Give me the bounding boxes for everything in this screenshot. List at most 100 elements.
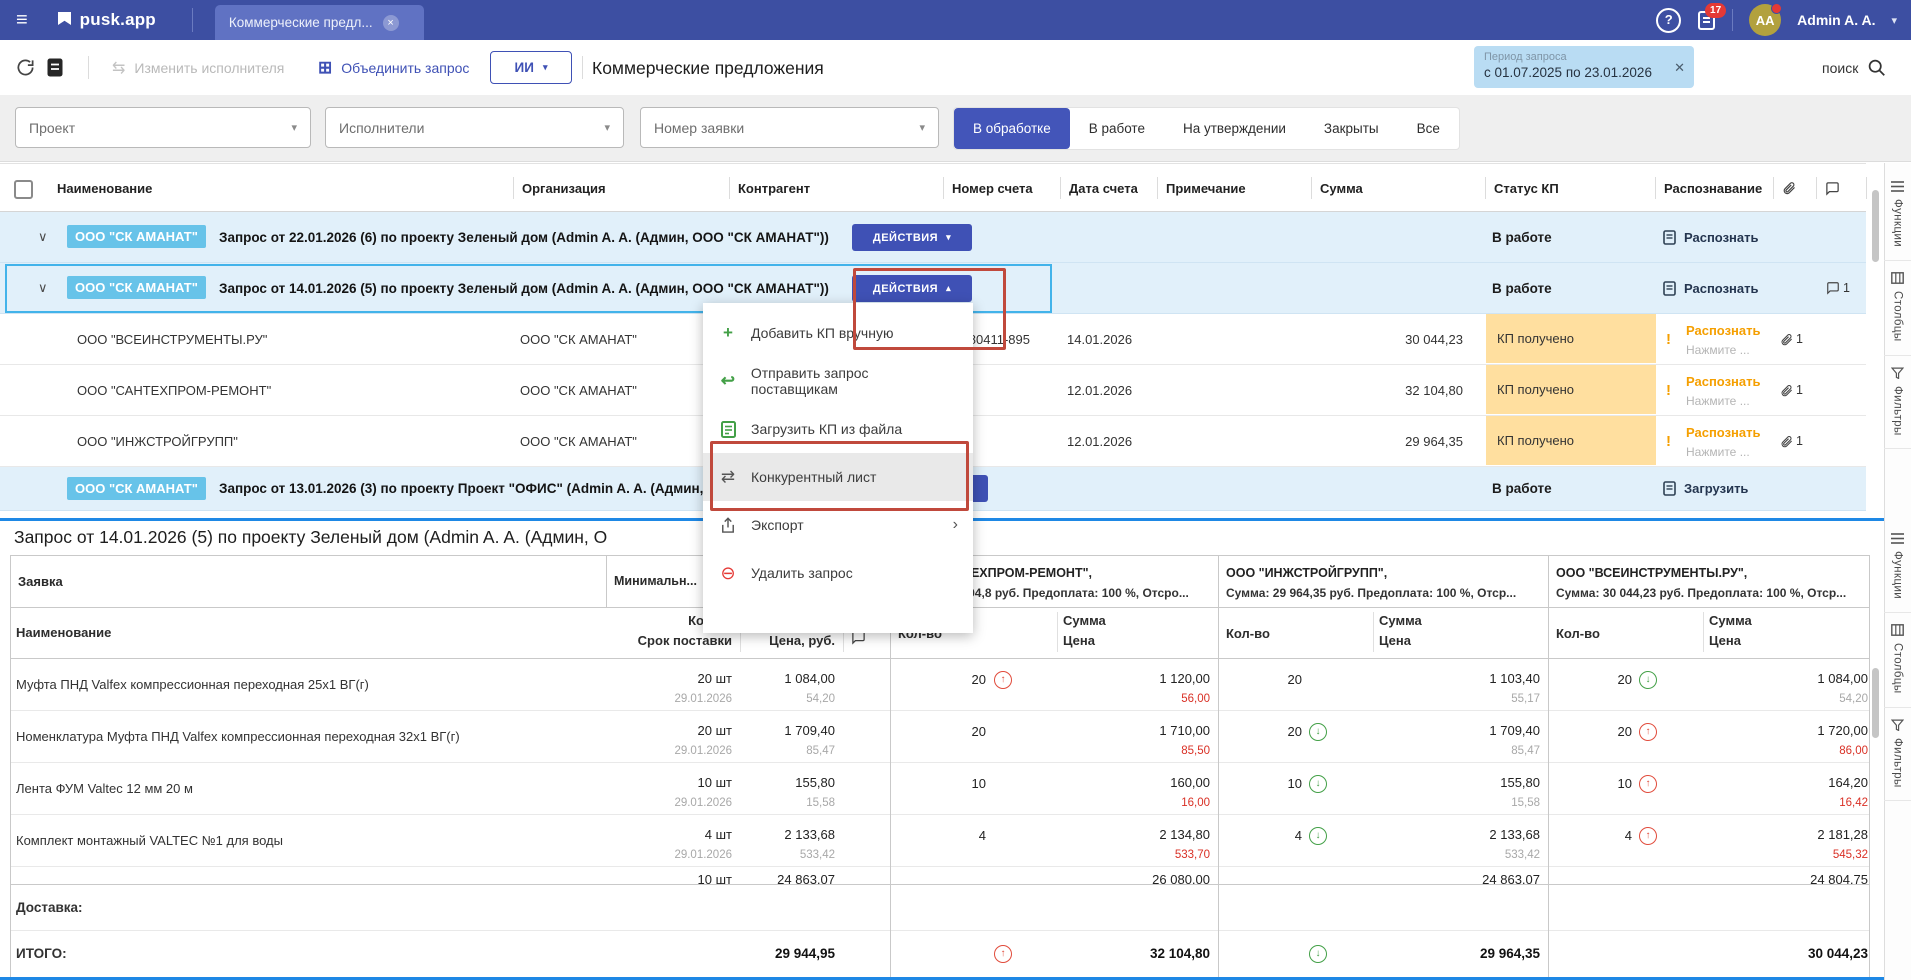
clear-period-icon[interactable]: ✕ (1674, 60, 1685, 76)
item-row[interactable]: Лента ФУМ Valtec 12 мм 20 м 10 шт 29.01.2… (0, 762, 1911, 814)
recognize-link[interactable]: Распознать (1686, 425, 1774, 440)
change-executor-button[interactable]: ⇆ Изменить исполнителя (112, 40, 284, 95)
recognize-link[interactable]: Распознать (1686, 374, 1774, 389)
item-sum: 1 084,00 (784, 671, 835, 686)
supplier-qty: 10 (971, 776, 986, 791)
side-tab-functions[interactable]: Функции (1884, 522, 1911, 614)
tab-closed[interactable]: Закрыты (1305, 108, 1398, 149)
supplier-sum: 1 720,00 (1817, 723, 1868, 738)
recognize-link[interactable]: Распознать (1684, 263, 1770, 313)
column-invoice-number[interactable]: Номер счета (943, 177, 1055, 199)
side-tab-filters[interactable]: Фильтры (1884, 708, 1911, 802)
export-icon (718, 516, 738, 534)
total-inzhstroygrupp: 29 964,35 (1479, 946, 1540, 961)
side-tab-label: Фильтры (1891, 385, 1904, 436)
header-supplier-inzhstroygrupp[interactable]: ООО "ИНЖСТРОЙГРУПП", Сумма: 29 964,35 ру… (1226, 564, 1531, 600)
comments-count[interactable]: 1 (1826, 263, 1850, 313)
attachments-count[interactable]: 1 (1780, 416, 1803, 466)
project-placeholder: Проект (29, 119, 76, 136)
supplier-price: 15,58 (1511, 797, 1540, 809)
header-supplier-vseinstrumenty[interactable]: ООО "ВСЕИНСТРУМЕНТЫ.РУ", Сумма: 30 044,2… (1556, 564, 1861, 600)
select-all-checkbox[interactable] (14, 180, 33, 199)
tab-in-work[interactable]: В работе (1070, 108, 1164, 149)
menu-item-load-kp-file[interactable]: Загрузить КП из файла (703, 405, 973, 453)
column-organization[interactable]: Организация (513, 177, 723, 199)
period-label: Период запроса (1484, 51, 1567, 63)
tab-all[interactable]: Все (1398, 108, 1459, 149)
amount: 29 964,35 (1405, 433, 1463, 449)
column-note[interactable]: Примечание (1157, 177, 1305, 199)
window-tab[interactable]: Коммерческие предл... × (214, 5, 424, 40)
attachments-number: 1 (1796, 383, 1803, 397)
item-row[interactable]: Номенклатура Муфта ПНД Valfex компрессио… (0, 710, 1911, 762)
attachments-count[interactable]: 1 (1780, 314, 1803, 364)
column-recognition[interactable]: Распознавание (1655, 177, 1767, 199)
executors-select[interactable]: Исполнители ▾ (325, 107, 624, 148)
project-select[interactable]: Проект ▾ (15, 107, 311, 148)
tab-on-approval[interactable]: На утверждении (1164, 108, 1305, 149)
change-executor-label: Изменить исполнителя (134, 59, 285, 76)
column-comments[interactable] (1816, 177, 1864, 199)
refresh-button[interactable] (16, 40, 35, 95)
attachments-number: 1 (1796, 332, 1803, 346)
chevron-down-icon[interactable]: ∨ (38, 263, 48, 313)
item-sum: 2 133,68 (784, 827, 835, 842)
header-request: Заявка (18, 574, 63, 589)
menu-item-add-kp[interactable]: + Добавить КП вручную (703, 309, 973, 357)
column-counterparty[interactable]: Контрагент (729, 177, 929, 199)
close-icon[interactable]: × (382, 14, 399, 31)
ai-label: ИИ (514, 60, 534, 75)
supplier-sum: 160,00 (1170, 775, 1210, 790)
help-icon[interactable]: ? (1656, 7, 1682, 33)
menu-item-export[interactable]: Экспорт › (703, 501, 973, 549)
group-row-request-6[interactable]: ∨ ООО "СК АМАНАТ" Запрос от 22.01.2026 (… (0, 212, 1866, 263)
supplier-price: 86,00 (1839, 745, 1868, 757)
notifications-button[interactable]: 17 (1697, 2, 1727, 31)
item-row[interactable]: Муфта ПНД Valfex компрессионная переходн… (0, 658, 1911, 710)
actions-button[interactable]: ДЕЙСТВИЯ ▾ (852, 224, 972, 251)
tab-in-processing[interactable]: В обработке (954, 108, 1070, 149)
side-tab-columns[interactable]: Столбцы (1884, 613, 1911, 708)
menu-item-delete-request[interactable]: ⊖ Удалить запрос (703, 549, 973, 597)
column-invoice-date[interactable]: Дата счета (1060, 177, 1152, 199)
chevron-down-icon[interactable]: ∨ (38, 212, 48, 262)
merge-request-button[interactable]: ⊞ Объединить запрос (318, 40, 469, 95)
ai-button[interactable]: ИИ ▾ (490, 51, 572, 84)
column-name[interactable]: Наименование (49, 177, 499, 199)
side-tab-columns[interactable]: Столбцы (1884, 261, 1911, 356)
hamburger-icon[interactable]: ≡ (16, 9, 28, 32)
column-attachments[interactable] (1773, 177, 1813, 199)
upload-link[interactable]: Загрузить (1684, 467, 1770, 510)
price-up-icon: ↑ (1639, 827, 1657, 845)
item-row[interactable]: Комплект монтажный VALTEC №1 для воды 4 … (0, 814, 1911, 866)
document-button[interactable] (47, 40, 63, 95)
scrollbar-thumb[interactable] (1872, 668, 1879, 738)
recognize-link[interactable]: Распознать (1686, 323, 1774, 338)
supplier-price: 16,00 (1181, 797, 1210, 809)
user-name[interactable]: Admin A. A. (1797, 12, 1875, 28)
actions-button-open[interactable]: ДЕЙСТВИЯ ▴ (852, 275, 972, 302)
request-number-select[interactable]: Номер заявки ▾ (640, 107, 939, 148)
column-kp-status[interactable]: Статус КП (1485, 177, 1649, 199)
total-request: 29 944,95 (774, 946, 835, 961)
menu-item-competitive-list[interactable]: ⇄ Конкурентный лист (703, 453, 973, 501)
column-amount[interactable]: Сумма (1311, 177, 1479, 199)
menu-item-label: Отправить запрос поставщикам (750, 365, 869, 397)
attachments-count[interactable]: 1 (1780, 365, 1803, 415)
subheader-sum: Сумма (1709, 613, 1752, 628)
side-tab-filters[interactable]: Фильтры (1884, 356, 1911, 450)
merge-request-label: Объединить запрос (341, 59, 470, 76)
comment-icon (1826, 181, 1839, 196)
document-icon (47, 58, 63, 77)
chevron-down-icon[interactable]: ▾ (1891, 14, 1897, 27)
recognize-link[interactable]: Распознать (1684, 212, 1770, 262)
search-button[interactable]: поиск (1822, 58, 1886, 77)
item-row-clipped[interactable]: 10 шт 24 863,07 26 080,00 24 863,07 24 8… (0, 866, 1911, 884)
scrollbar-thumb[interactable] (1872, 190, 1879, 262)
menu-item-send-request[interactable]: ↩ Отправить запрос поставщикам (703, 357, 973, 405)
period-filter-chip[interactable]: Период запроса с 01.07.2025 по 23.01.202… (1474, 46, 1694, 88)
status-text: В работе (1492, 280, 1552, 296)
avatar[interactable]: AA (1749, 3, 1783, 36)
side-tab-functions[interactable]: Функции (1884, 170, 1911, 262)
app-logo[interactable]: pusk.app (56, 10, 156, 30)
